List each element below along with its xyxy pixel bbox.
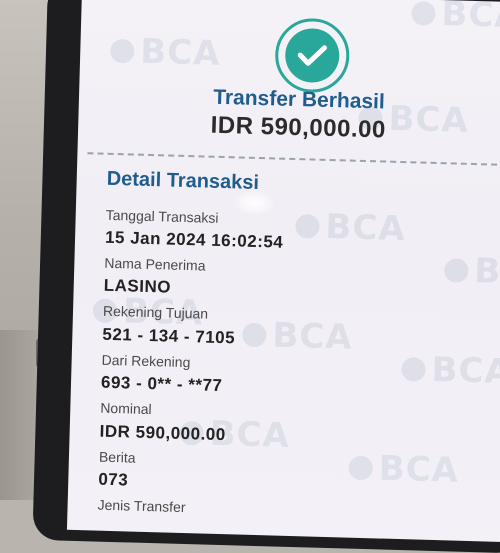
check-icon — [284, 27, 341, 84]
bca-watermark: BCA — [242, 315, 353, 358]
bca-watermark: BCA — [295, 206, 406, 249]
bca-watermark: BCA — [401, 349, 500, 392]
nominal-value: IDR 590,000.00 — [99, 421, 226, 445]
phone-screen: BCA BCA BCA BCA BCA BCA BCA BCA BCA BCA … — [66, 0, 500, 543]
success-badge — [274, 17, 351, 94]
light-glare — [233, 190, 275, 216]
detail-section-title: Detail Transaksi — [106, 167, 260, 195]
bca-watermark: BCA — [109, 31, 221, 74]
bca-watermark: BCA — [411, 0, 500, 36]
dashed-divider — [87, 152, 500, 167]
source-account-label: Dari Rekening — [101, 351, 191, 371]
recipient-name-value: LASINO — [103, 275, 172, 297]
recipient-name-label: Nama Penerima — [104, 254, 206, 274]
message-value: 073 — [98, 469, 129, 490]
message-label: Berita — [98, 448, 136, 466]
transaction-date-label: Tanggal Transaksi — [105, 206, 219, 226]
transaction-date-value: 15 Jan 2024 16:02:54 — [104, 227, 284, 252]
nominal-label: Nominal — [100, 399, 152, 418]
source-account-value: 693 - 0** - **77 — [100, 372, 223, 396]
transfer-type-label: Jenis Transfer — [97, 496, 186, 516]
bca-watermark: BCA — [348, 448, 459, 491]
destination-account-label: Rekening Tujuan — [102, 302, 209, 322]
destination-account-value: 521 - 134 - 7105 — [102, 324, 236, 348]
bca-watermark: BCA — [443, 250, 500, 293]
